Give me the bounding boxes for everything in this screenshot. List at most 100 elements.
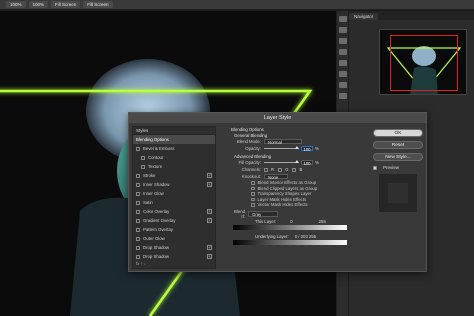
style-label: Contour <box>148 155 164 160</box>
tab-navigator[interactable]: Navigator <box>349 13 379 20</box>
fill-screen-button[interactable]: Fill Screen <box>83 1 113 8</box>
zoom-100-button[interactable]: 100% <box>6 1 26 8</box>
style-checkbox[interactable] <box>136 245 140 250</box>
underlying-layer-gradient-slider[interactable] <box>233 239 347 245</box>
underlying-layer-values: 0 / 203 255 <box>294 233 317 239</box>
style-label: Bevel & Emboss <box>143 146 175 151</box>
fill-opacity-slider[interactable] <box>264 160 299 163</box>
style-label: Outer Glow <box>143 236 165 241</box>
channel-g-checkbox[interactable] <box>278 167 283 172</box>
zoom-100-alt-button[interactable]: 100% <box>28 1 49 8</box>
advanced-option-label: Layer Mask Hides Effects <box>257 196 307 202</box>
blend-mode-label: Blend Mode: <box>236 139 261 144</box>
style-item[interactable]: Outer Glow <box>133 234 215 243</box>
navigator-thumbnail[interactable] <box>379 29 467 95</box>
fit-screen-button[interactable]: Fill Screen <box>51 1 81 8</box>
style-label: Blending Options <box>136 137 169 142</box>
dialog-buttons: OK Reset New Style... Preview <box>373 129 423 212</box>
swatches-icon[interactable] <box>338 71 347 77</box>
style-item[interactable]: Blending Options <box>133 135 215 144</box>
style-checkbox[interactable] <box>136 173 140 178</box>
style-item[interactable]: Bevel & Emboss <box>133 144 215 153</box>
ok-button[interactable]: OK <box>373 129 423 137</box>
adjustments-icon[interactable] <box>338 38 347 44</box>
style-checkbox[interactable] <box>136 200 140 205</box>
style-item[interactable]: Contour <box>133 153 215 162</box>
style-checkbox[interactable] <box>136 227 140 232</box>
style-checkbox[interactable] <box>141 155 145 160</box>
paths-icon[interactable] <box>338 93 347 99</box>
channel-b-checkbox[interactable] <box>292 167 297 172</box>
style-item[interactable]: Stroke + <box>133 171 215 180</box>
add-style-button[interactable]: + <box>207 218 212 223</box>
style-checkbox[interactable] <box>136 191 140 196</box>
style-item[interactable]: Color Overlay + <box>133 207 215 216</box>
add-style-button[interactable]: + <box>207 245 212 250</box>
style-checkbox[interactable] <box>136 182 140 187</box>
channel-r-checkbox[interactable] <box>264 167 268 172</box>
channels-icon[interactable] <box>338 82 347 88</box>
advanced-option-checkbox[interactable] <box>251 192 255 196</box>
add-style-button[interactable]: + <box>207 254 212 259</box>
style-item[interactable]: Inner Glow <box>133 189 215 198</box>
this-layer-gradient-slider[interactable] <box>233 224 347 230</box>
options-bar: 100% 100% Fill Screen Fill Screen <box>0 0 474 10</box>
style-label: Pattern Overlay <box>143 227 173 232</box>
dialog-title: Layer Style <box>129 113 426 123</box>
layer-style-dialog: Layer Style Styles Blending Options Bevel… <box>128 112 427 272</box>
brush-icon[interactable] <box>338 60 347 66</box>
style-checkbox[interactable] <box>136 236 140 241</box>
preview-checkbox[interactable] <box>373 165 377 170</box>
blend-mode-select[interactable]: Normal <box>264 138 302 145</box>
style-item[interactable]: Satin <box>133 198 215 207</box>
style-item[interactable]: Drop Shadow + <box>133 252 215 261</box>
layers-icon[interactable] <box>338 27 347 33</box>
styles-header: Styles <box>133 127 215 135</box>
fill-percent: % <box>315 160 319 165</box>
styles-list: Styles Blending Options Bevel & Emboss Con… <box>132 126 216 269</box>
fill-opacity-label: Fill Opacity: <box>238 160 261 165</box>
style-checkbox[interactable] <box>136 146 140 151</box>
section-blending-options: Blending Options <box>231 127 264 132</box>
style-item[interactable]: Texture <box>133 162 215 171</box>
style-checkbox[interactable] <box>136 218 140 223</box>
add-style-button[interactable]: + <box>207 182 212 187</box>
advanced-option[interactable]: Vector Mask Hides Effects <box>231 202 365 208</box>
style-label: Drop Shadow <box>143 254 170 259</box>
style-item[interactable]: Pattern Overlay <box>133 225 215 234</box>
advanced-option-checkbox[interactable] <box>251 197 255 201</box>
properties-icon[interactable] <box>338 49 347 55</box>
advanced-option-checkbox[interactable] <box>251 203 255 207</box>
blend-if-select[interactable]: Gray <box>248 211 278 217</box>
this-layer-high: 255 <box>318 218 326 224</box>
advanced-option-checkbox[interactable] <box>251 181 255 185</box>
underlying-layer-label: Underlying Layer: <box>255 233 289 239</box>
style-item[interactable]: Drop Shadow + <box>133 243 215 252</box>
blending-options-panel: Blending Options General Blending Blend … <box>231 126 365 245</box>
channel-g-label: G <box>285 167 289 172</box>
add-style-button[interactable]: + <box>207 173 212 178</box>
style-label: Gradient Overlay <box>143 218 176 223</box>
style-checkbox[interactable] <box>141 164 145 169</box>
advanced-option-label: Blend Clipped Layers as Group <box>257 185 318 191</box>
history-icon[interactable] <box>338 16 347 22</box>
reset-button[interactable]: Reset <box>373 141 423 149</box>
styles-footer[interactable]: fx ↑ ↓ <box>136 261 146 266</box>
new-style-button[interactable]: New Style... <box>373 153 423 161</box>
style-label: Satin <box>143 200 153 205</box>
style-checkbox[interactable] <box>136 254 140 259</box>
opacity-slider[interactable] <box>264 146 299 149</box>
navigator-view-box[interactable] <box>390 35 458 91</box>
this-layer-label: This Layer: <box>255 218 277 224</box>
style-checkbox[interactable] <box>136 209 140 214</box>
advanced-option-label: Transparency Shapes Layer <box>257 191 312 197</box>
add-style-button[interactable]: + <box>207 209 212 214</box>
advanced-option-checkbox[interactable] <box>251 186 255 190</box>
style-item[interactable]: Inner Shadow + <box>133 180 215 189</box>
channel-b-label: B <box>299 167 303 172</box>
opacity-input[interactable]: 100 <box>301 145 313 152</box>
fill-opacity-input[interactable]: 100 <box>301 159 313 166</box>
knockout-select[interactable]: None <box>264 173 288 180</box>
this-layer-low: 0 <box>290 218 293 224</box>
style-item[interactable]: Gradient Overlay + <box>133 216 215 225</box>
